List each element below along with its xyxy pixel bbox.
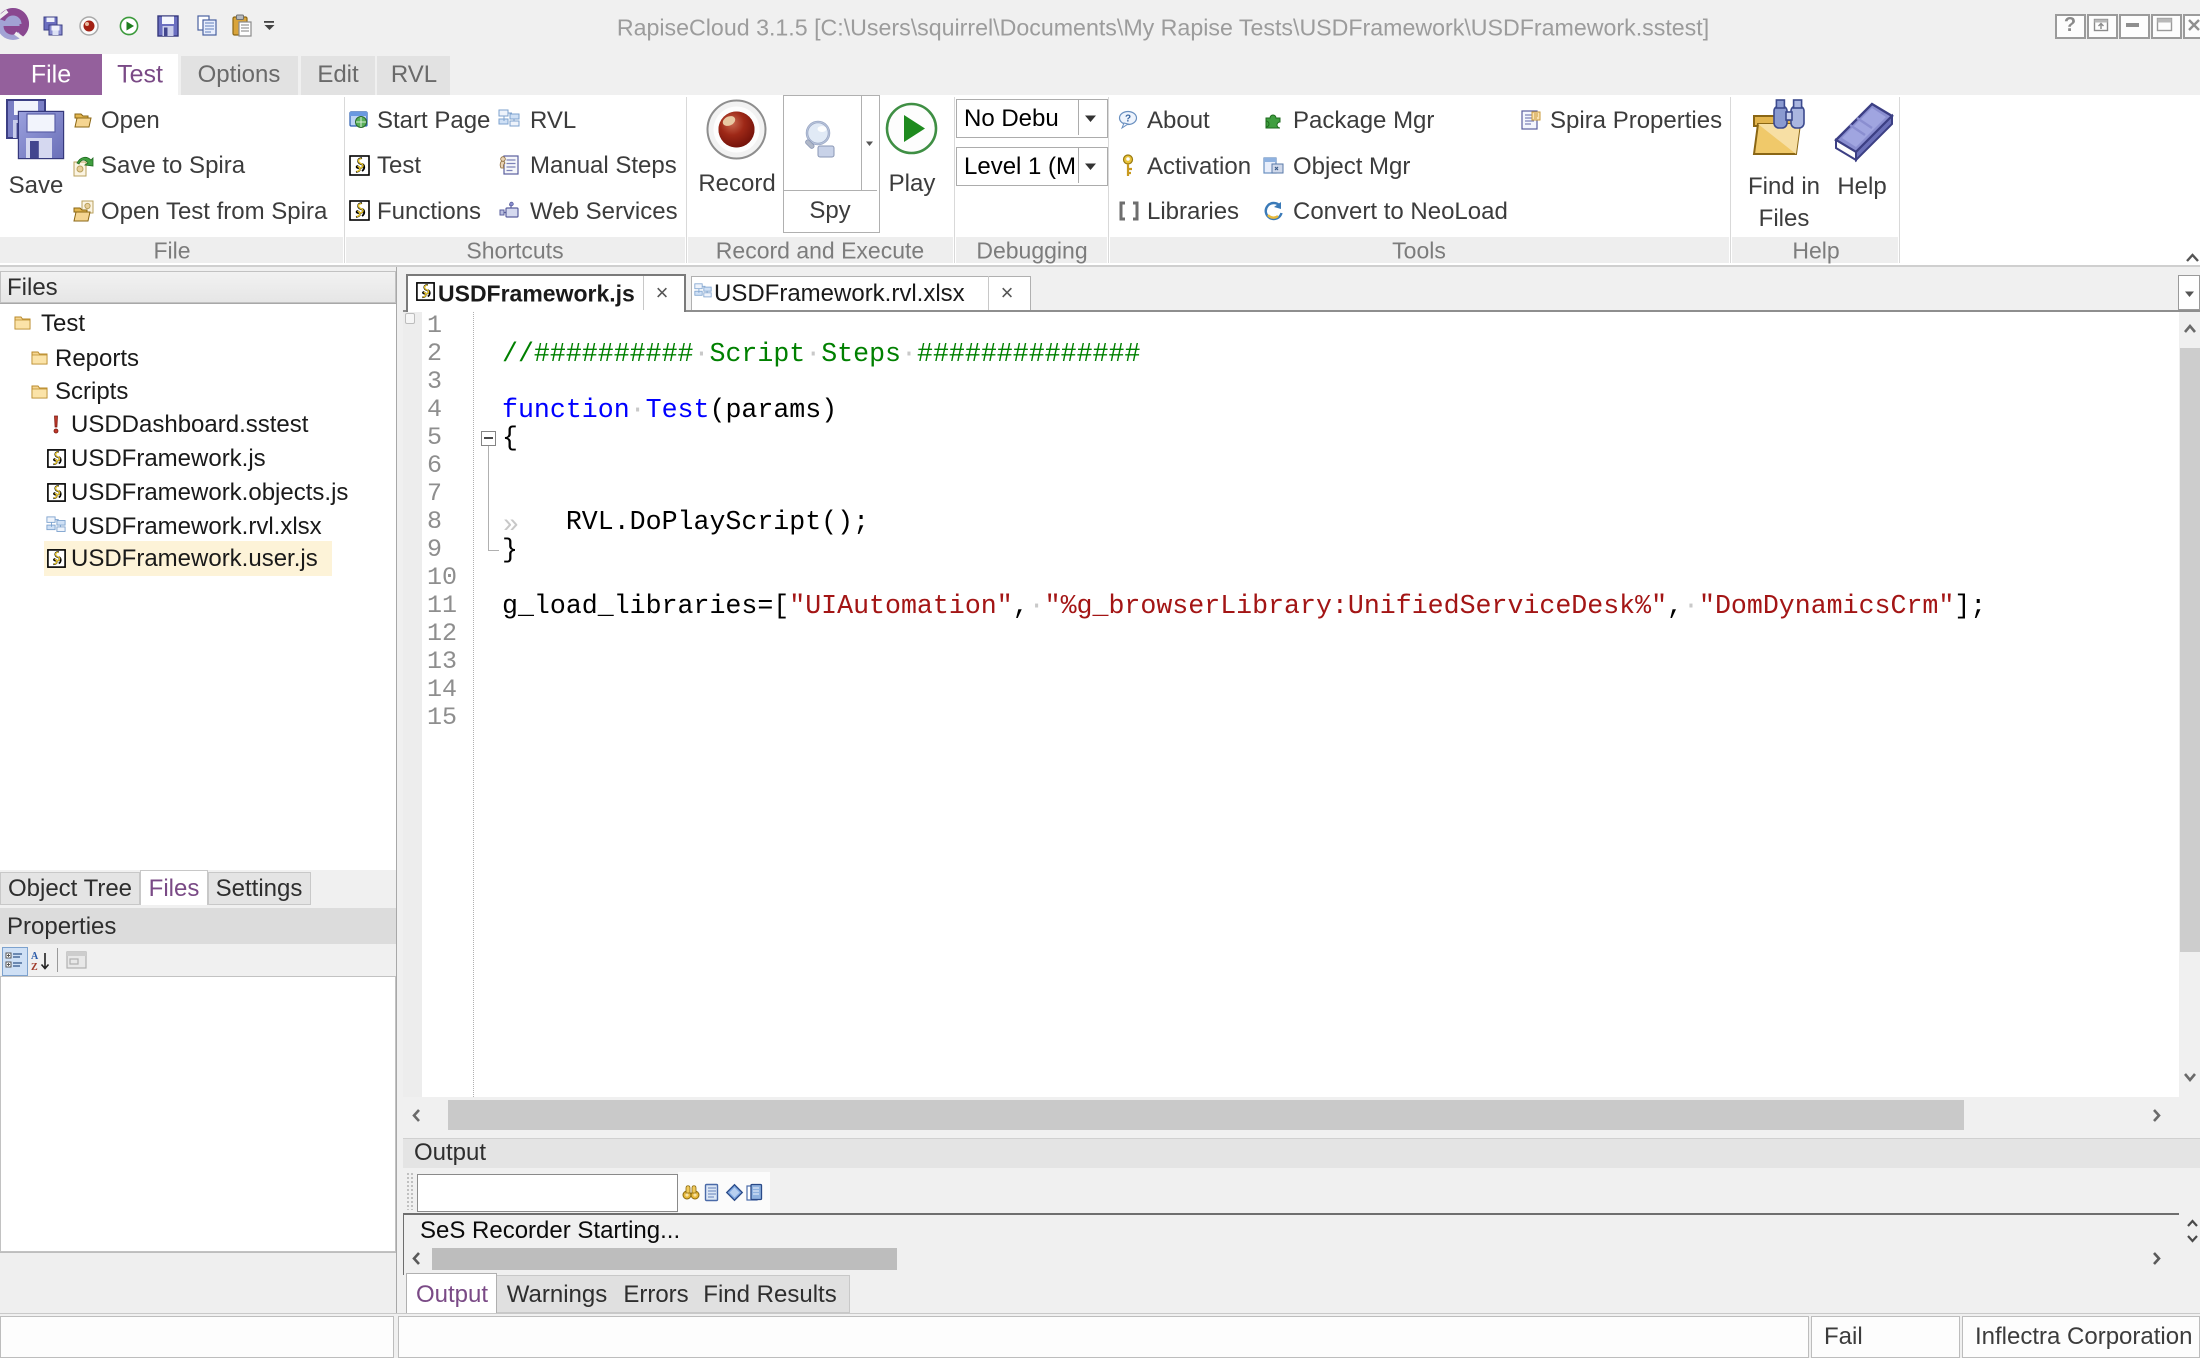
svg-text:A: A bbox=[31, 951, 39, 962]
svg-text:Z: Z bbox=[31, 962, 38, 973]
svg-text:?: ? bbox=[1125, 114, 1131, 125]
